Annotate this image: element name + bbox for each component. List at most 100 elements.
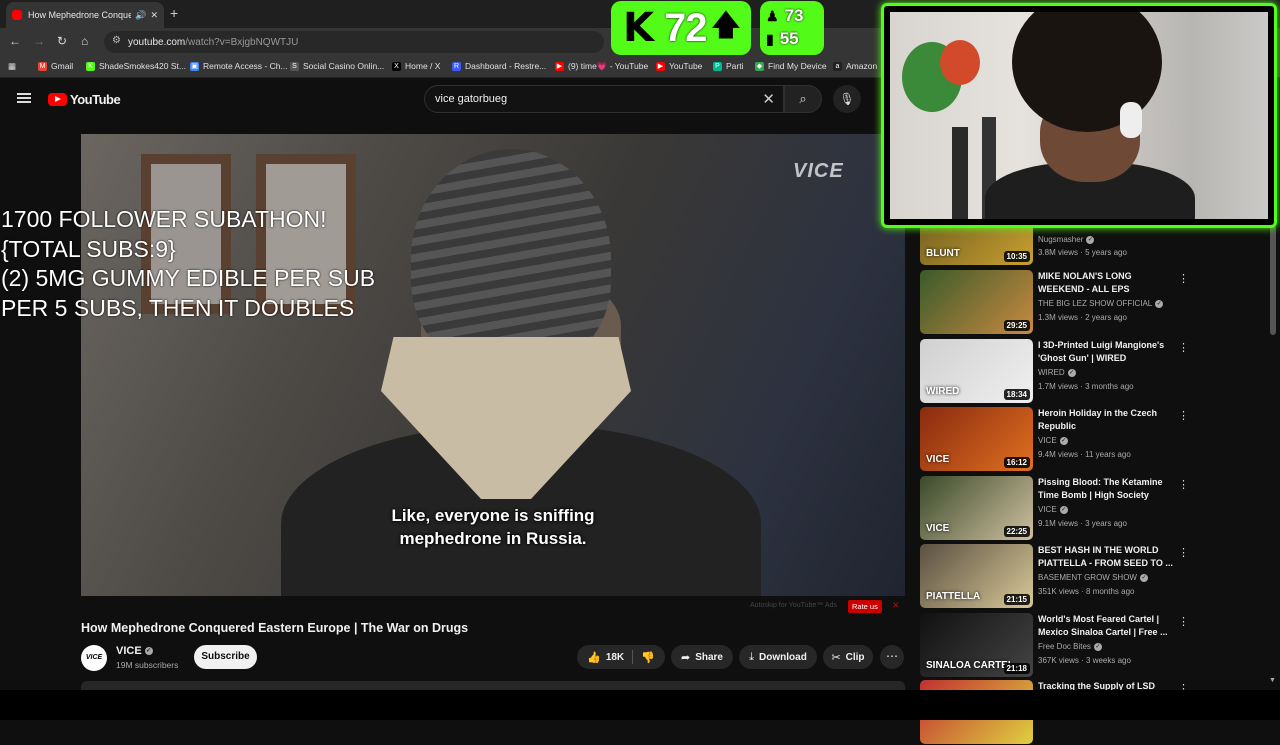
bookmark-item[interactable]: M Gmail (38, 61, 73, 71)
speaker-icon[interactable]: 🔊 (135, 10, 146, 21)
recommended-title[interactable]: Heroin Holiday in the Czech Republic (1038, 407, 1173, 433)
dislike-button[interactable]: 👎 (641, 651, 655, 664)
back-icon[interactable]: ← (9, 34, 21, 48)
recommended-video[interactable]: VICE 16:12 Heroin Holiday in the Czech Rep… (920, 407, 1190, 472)
video-thumbnail[interactable]: VICE 16:12 (920, 407, 1033, 471)
recommended-channel[interactable]: Nugsmasher ✓ (1038, 235, 1095, 244)
video-duration: 18:34 (1003, 389, 1030, 400)
rate-close-icon[interactable]: ✕ (892, 600, 900, 611)
bookmark-item[interactable]: ▶ (9) time💗 - YouTube (555, 61, 648, 72)
video-duration: 10:35 (1003, 251, 1030, 262)
site-info-icon[interactable]: ⚙ (112, 35, 121, 46)
subscribe-button[interactable]: Subscribe (194, 645, 257, 669)
recommended-video[interactable]: WIRED 18:34 I 3D-Printed Luigi Mangione's … (920, 339, 1190, 404)
more-options-icon[interactable]: ⋮ (1178, 341, 1189, 354)
apps-icon[interactable]: ▦ (8, 61, 16, 72)
menu-icon[interactable] (17, 93, 31, 103)
scroll-down-icon[interactable]: ▼ (1269, 677, 1276, 684)
more-options-icon[interactable]: ⋮ (1178, 409, 1189, 422)
recommended-title[interactable]: World's Most Feared Cartel | Mexico Sina… (1038, 613, 1173, 639)
channel-avatar[interactable]: VICE (81, 645, 107, 671)
video-thumbnail[interactable]: VICE 22:25 (920, 476, 1033, 540)
channel-name-text: VICE (116, 645, 142, 657)
recommended-views: 1.3M views · 2 years ago (1038, 313, 1127, 322)
reload-icon[interactable]: ↻ (57, 34, 67, 48)
clip-button[interactable]: ✂ Clip (823, 645, 873, 669)
bookmark-item[interactable]: a Amazon (833, 61, 877, 71)
recommended-title[interactable]: I 3D-Printed Luigi Mangione's 'Ghost Gun… (1038, 339, 1173, 365)
recommended-channel[interactable]: Free Doc Bites ✓ (1038, 642, 1102, 651)
youtube-logo[interactable]: YouTube (48, 92, 121, 107)
recommended-channel[interactable]: VICE ✓ (1038, 505, 1068, 514)
share-icon: ➦ (680, 651, 691, 664)
recommended-channel[interactable]: THE BIG LEZ SHOW OFFICIAL ✓ (1038, 299, 1164, 308)
like-button[interactable]: 👍 18K (587, 651, 624, 664)
tab-close-icon[interactable]: ✕ (150, 10, 158, 21)
bookmark-item[interactable]: R Dashboard - Restre... (452, 61, 546, 71)
verified-icon: ✓ (1155, 299, 1164, 308)
video-thumbnail[interactable]: WIRED 18:34 (920, 339, 1033, 403)
channel-name[interactable]: VICE ✓ (116, 645, 153, 657)
recommended-title[interactable]: Pissing Blood: The Ketamine Time Bomb | … (1038, 476, 1173, 502)
voice-search-button[interactable]: 🎙 (833, 85, 861, 113)
new-tab-button[interactable]: + (170, 5, 178, 21)
video-thumbnail[interactable]: PIATTELLA 21:15 (920, 544, 1033, 608)
bookmark-item[interactable]: K ShadeSmokes420 St... (86, 61, 186, 71)
stat-value: 73 (784, 6, 804, 25)
caption-line: Like, everyone is sniffing (391, 506, 595, 525)
bookmark-item[interactable]: ▶ YouTube (656, 61, 702, 71)
recommended-video[interactable]: 29:25 MIKE NOLAN'S LONG WEEKEND - ALL EPS… (920, 270, 1190, 335)
video-thumbnail[interactable]: SINALOA CARTEL 21:18 (920, 613, 1033, 677)
thumbnail-text: PIATTELLA (926, 591, 981, 602)
bookmark-item[interactable]: X Home / X (392, 61, 440, 71)
clear-search-icon[interactable]: ✕ (762, 90, 775, 108)
bookmark-label: Home / X (405, 61, 441, 71)
recommended-channel[interactable]: VICE ✓ (1038, 436, 1068, 445)
bookmark-item[interactable]: P Parti (713, 61, 743, 71)
verified-icon: ✓ (1059, 505, 1068, 514)
more-options-icon[interactable]: ⋮ (1178, 615, 1189, 628)
bookmark-item[interactable]: ◆ Find My Device (755, 61, 827, 71)
recommended-channel[interactable]: BASEMENT GROW SHOW ✓ (1038, 573, 1148, 582)
recommended-video[interactable]: SINALOA CARTEL 21:18 World's Most Feared C… (920, 613, 1190, 678)
caption-line: mephedrone in Russia. (399, 529, 587, 548)
share-button[interactable]: ➦ Share (671, 645, 733, 669)
browser-tab[interactable]: How Mephedrone Conquer 🔊 ✕ (6, 2, 164, 28)
bookmark-favicon-icon: X (392, 61, 401, 71)
more-options-icon[interactable]: ⋮ (1178, 478, 1189, 491)
forward-icon[interactable]: → (33, 34, 45, 48)
youtube-favicon-icon (12, 10, 22, 20)
bookmark-favicon-icon: ▶ (555, 62, 564, 71)
recommended-title[interactable]: MIKE NOLAN'S LONG WEEKEND - ALL EPS (1038, 270, 1173, 296)
bookmark-favicon-icon: ▶ (656, 61, 665, 71)
download-button[interactable]: ⤓ Download (739, 645, 817, 669)
scrollbar-thumb[interactable] (1270, 225, 1276, 335)
tab-title: How Mephedrone Conquer (28, 10, 132, 20)
more-actions-button[interactable]: ⋯ (880, 645, 904, 669)
rate-us-button[interactable]: Rate us (848, 600, 882, 613)
thumbs-down-icon: 👎 (641, 651, 655, 664)
recommended-channel[interactable]: WIRED ✓ (1038, 368, 1076, 377)
address-bar[interactable]: ⚙ youtube.com/watch?v=BxjgbNQWTJU (104, 31, 604, 53)
recommended-video[interactable]: PIATTELLA 21:15 BEST HASH IN THE WORLD PIA… (920, 544, 1190, 609)
channel-name-text: Free Doc Bites (1038, 642, 1091, 651)
share-label: Share (695, 651, 723, 663)
video-player[interactable]: VICE Like, everyone is sniffing mephedro… (81, 134, 905, 596)
search-button[interactable]: ⌕ (784, 85, 822, 113)
bookmark-label: Gmail (51, 61, 74, 71)
taskbar-strip (0, 690, 1280, 720)
headset (1120, 102, 1142, 138)
bookmark-item[interactable]: ▣ Remote Access - Ch... (190, 61, 288, 71)
youtube-play-icon (48, 93, 67, 106)
video-thumbnail[interactable]: 29:25 (920, 270, 1033, 334)
video-duration: 29:25 (1003, 320, 1030, 331)
more-options-icon[interactable]: ⋮ (1178, 272, 1189, 285)
bookmark-favicon-icon: R (452, 61, 461, 71)
bookmark-item[interactable]: S Social Casino Onlin... (290, 61, 384, 71)
recommended-title[interactable]: BEST HASH IN THE WORLD PIATTELLA - FROM … (1038, 544, 1173, 570)
search-input[interactable]: vice gatorbueg ✕ (424, 85, 784, 113)
more-options-icon[interactable]: ⋮ (1178, 546, 1189, 559)
recommended-video[interactable]: VICE 22:25 Pissing Blood: The Ketamine Tim… (920, 476, 1190, 541)
home-icon[interactable]: ⌂ (81, 34, 88, 48)
overlay-line: 1700 FOLLOWER SUBATHON! (1, 206, 327, 232)
